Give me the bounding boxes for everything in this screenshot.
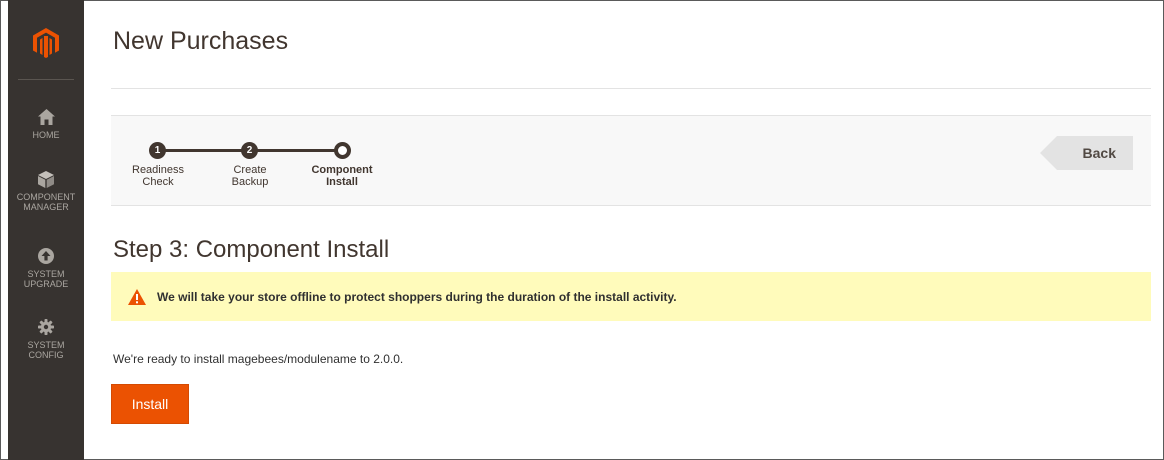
step-dot-create-backup: 2 <box>241 142 258 159</box>
sidebar-item-system-upgrade[interactable]: SYSTEM UPGRADE <box>8 247 84 289</box>
page-title: New Purchases <box>113 27 289 55</box>
ready-message: We're ready to install magebees/modulena… <box>113 352 404 366</box>
step-dot-component-install <box>334 142 351 159</box>
gear-icon <box>8 318 84 336</box>
magento-logo-icon[interactable] <box>28 28 64 58</box>
progress-steps-bar: 1 2 Readiness Check Create Backup Compon… <box>111 115 1151 206</box>
sidebar-divider <box>18 79 74 80</box>
step-label-readiness-check: Readiness Check <box>132 164 184 188</box>
home-icon <box>8 108 84 126</box>
sidebar-item-component-manager[interactable]: COMPONENT MANAGER <box>8 170 84 212</box>
step-heading: Step 3: Component Install <box>113 236 390 263</box>
sidebar-item-label: COMPONENT MANAGER <box>16 192 76 212</box>
step-label-create-backup: Create Backup <box>231 164 269 188</box>
back-arrow-shape <box>1040 136 1057 170</box>
sidebar-item-system-config[interactable]: SYSTEM CONFIG <box>8 318 84 360</box>
install-button[interactable]: Install <box>111 384 189 424</box>
warning-icon <box>128 288 146 305</box>
upgrade-icon <box>8 247 84 265</box>
sidebar-item-home[interactable]: HOME <box>8 108 84 140</box>
sidebar-item-label: SYSTEM CONFIG <box>27 340 65 360</box>
sidebar-item-label: HOME <box>32 130 60 140</box>
warning-message: We will take your store offline to prote… <box>157 289 677 304</box>
warning-notice: We will take your store offline to prote… <box>111 272 1151 321</box>
admin-sidebar: HOME COMPONENT MANAGER SYSTEM UPGRADE SY… <box>8 0 84 460</box>
sidebar-item-label: SYSTEM UPGRADE <box>23 269 69 289</box>
header-divider <box>111 88 1151 89</box>
cube-icon <box>8 170 84 188</box>
back-button[interactable]: Back <box>1040 136 1133 170</box>
step-dot-readiness-check: 1 <box>149 142 166 159</box>
step-label-component-install: Component Install <box>311 164 373 188</box>
